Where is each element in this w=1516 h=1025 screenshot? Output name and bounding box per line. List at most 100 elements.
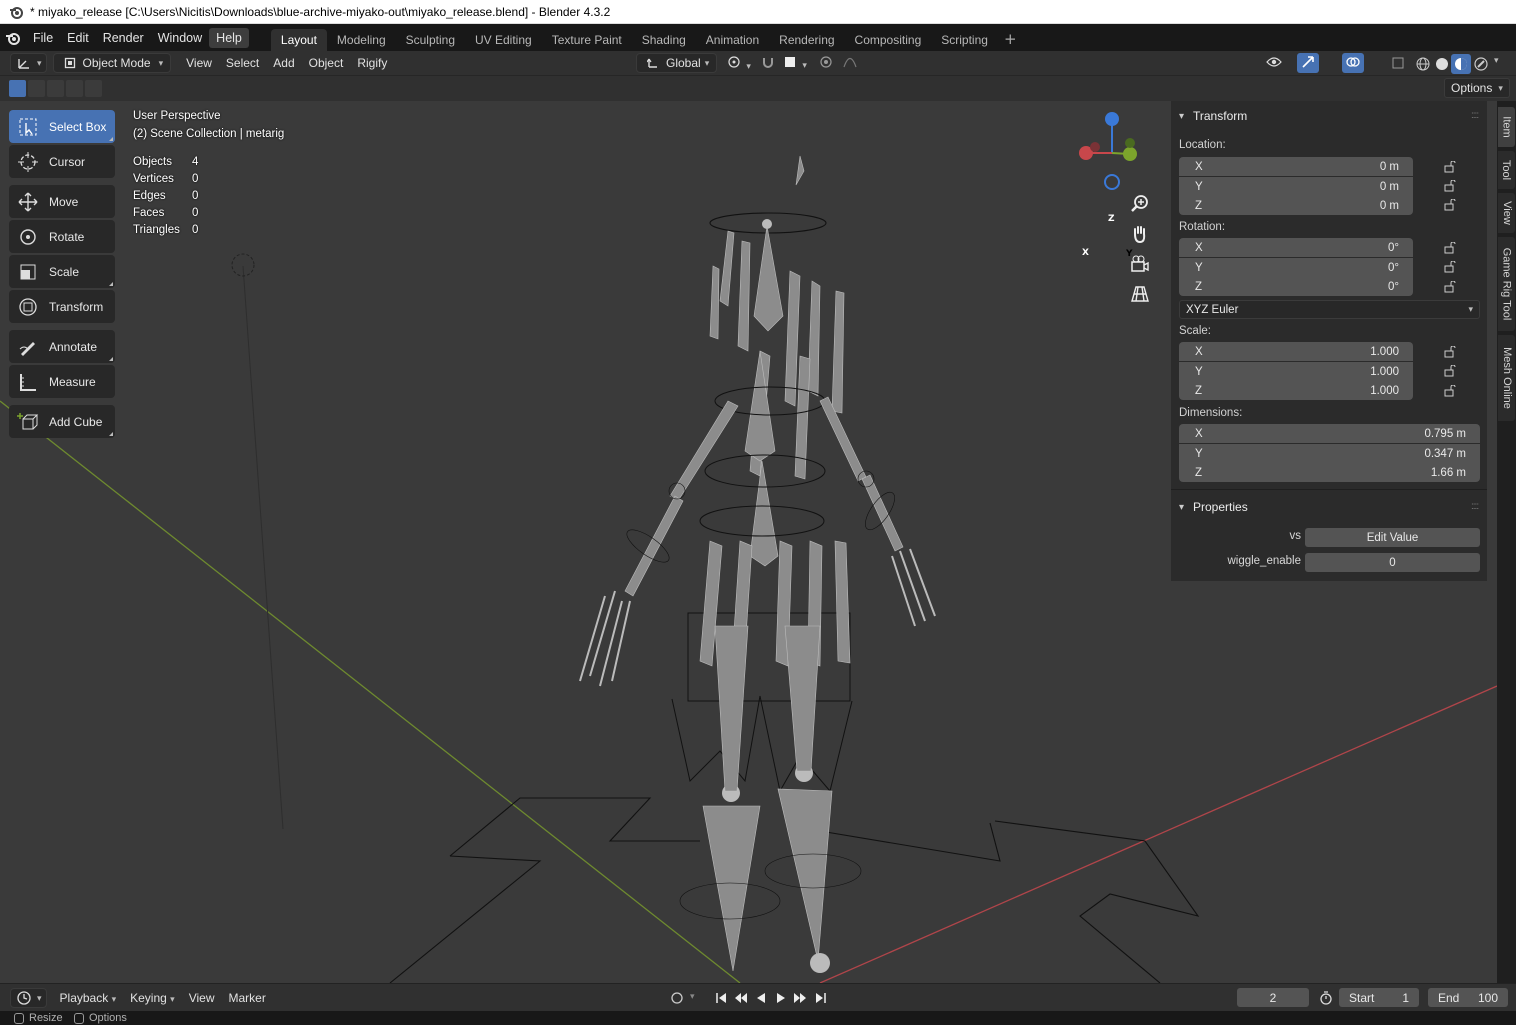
scale-y-field[interactable]: Y 1.000: [1179, 362, 1413, 381]
tool-measure[interactable]: Measure: [9, 365, 115, 398]
scale-x-field[interactable]: X 1.000: [1179, 342, 1413, 361]
select-mode-subtract-button[interactable]: [47, 80, 64, 97]
tab-layout[interactable]: Layout: [270, 29, 327, 51]
tab-uv-editing[interactable]: UV Editing: [465, 29, 542, 51]
tab-mesh-online[interactable]: Mesh Online: [1498, 335, 1515, 421]
lock-icon[interactable]: [1442, 260, 1458, 274]
xray-toggle[interactable]: [1388, 53, 1408, 73]
rotation-mode-dropdown[interactable]: XYZ Euler ▾: [1179, 300, 1480, 319]
select-mode-extend-button[interactable]: [28, 80, 45, 97]
tab-compositing[interactable]: Compositing: [845, 29, 932, 51]
tab-texture-paint[interactable]: Texture Paint: [542, 29, 632, 51]
tab-game-rig-tool[interactable]: Game Rig Tool: [1498, 237, 1515, 331]
transform-panel-header[interactable]: ▾ Transform: [1179, 106, 1247, 126]
preview-range-stopwatch-icon[interactable]: [1318, 990, 1334, 1006]
drag-handle-icon[interactable]: ::::: [1471, 110, 1479, 121]
dimensions-y-field[interactable]: Y 0.347 m: [1179, 444, 1480, 463]
menu-marker[interactable]: Marker: [221, 988, 272, 1008]
falloff-button[interactable]: [834, 53, 866, 73]
lock-icon[interactable]: [1442, 345, 1458, 359]
tab-shading[interactable]: Shading: [632, 29, 696, 51]
zoom-button[interactable]: [1127, 192, 1153, 218]
start-frame-field[interactable]: Start 1: [1339, 988, 1419, 1007]
tool-transform[interactable]: Transform: [9, 290, 115, 323]
overlays-toggle[interactable]: [1342, 53, 1364, 73]
lock-icon[interactable]: [1442, 384, 1458, 398]
dimensions-x-field[interactable]: X 0.795 m: [1179, 424, 1480, 443]
lock-icon[interactable]: [1442, 364, 1458, 378]
gizmo-toggle[interactable]: [1297, 53, 1319, 73]
orientation-dropdown[interactable]: Global ▾: [636, 53, 718, 73]
tool-select-box[interactable]: Select Box: [9, 110, 115, 143]
next-keyframe-button[interactable]: [791, 989, 809, 1007]
tool-scale[interactable]: Scale: [9, 255, 115, 288]
editor-type-button[interactable]: ▾: [10, 53, 47, 73]
options-dropdown[interactable]: Options ▾: [1444, 78, 1510, 98]
tool-rotate[interactable]: Rotate: [9, 220, 115, 253]
location-y-field[interactable]: Y0 m: [1179, 177, 1413, 196]
auto-keying-toggle[interactable]: [667, 989, 687, 1007]
gizmo-z-label[interactable]: Z: [1108, 214, 1115, 224]
menu-playback[interactable]: Playback ▾: [53, 988, 124, 1008]
menu-help[interactable]: Help: [209, 27, 249, 48]
tab-scripting[interactable]: Scripting: [931, 29, 998, 51]
pan-button[interactable]: [1127, 222, 1153, 248]
lock-icon[interactable]: [1442, 179, 1458, 193]
perspective-toggle-button[interactable]: [1127, 282, 1153, 308]
wiggle-enable-field[interactable]: 0: [1305, 553, 1480, 572]
tab-tool[interactable]: Tool: [1498, 151, 1515, 189]
tool-annotate[interactable]: Annotate: [9, 330, 115, 363]
jump-start-button[interactable]: [712, 989, 730, 1007]
rotation-x-field[interactable]: X 0°: [1179, 238, 1413, 257]
shading-material-button[interactable]: [1451, 54, 1471, 74]
properties-panel-header[interactable]: ▾ Properties: [1179, 497, 1248, 517]
current-frame-field[interactable]: 2: [1237, 988, 1309, 1007]
edit-value-button[interactable]: Edit Value: [1305, 528, 1480, 547]
lock-icon[interactable]: [1442, 241, 1458, 255]
menu-render[interactable]: Render: [96, 28, 151, 48]
menu-view[interactable]: View: [179, 53, 219, 73]
lock-icon[interactable]: [1442, 280, 1458, 294]
menu-add[interactable]: Add: [266, 53, 301, 73]
lock-icon[interactable]: [1442, 160, 1458, 174]
tab-sculpting[interactable]: Sculpting: [396, 29, 465, 51]
menu-timeline-view[interactable]: View: [182, 988, 222, 1008]
lock-icon[interactable]: [1442, 198, 1458, 212]
tool-add-cube[interactable]: Add Cube: [9, 405, 115, 438]
dimensions-z-field[interactable]: Z 1.66 m: [1179, 463, 1480, 482]
shading-solid-button[interactable]: [1433, 55, 1451, 73]
add-workspace-button[interactable]: +: [998, 30, 1023, 48]
mode-dropdown[interactable]: Object Mode ▾: [52, 53, 172, 73]
shading-wireframe-button[interactable]: [1414, 55, 1432, 73]
tab-view[interactable]: View: [1498, 193, 1515, 233]
visibility-button[interactable]: [1258, 53, 1290, 73]
select-mode-invert-button[interactable]: [66, 80, 83, 97]
menu-window[interactable]: Window: [151, 28, 209, 48]
rotation-z-field[interactable]: Z 0°: [1179, 277, 1413, 296]
shading-rendered-button[interactable]: [1472, 55, 1490, 73]
play-reverse-button[interactable]: [752, 989, 770, 1007]
end-frame-field[interactable]: End 100: [1428, 988, 1508, 1007]
tool-cursor[interactable]: Cursor: [9, 145, 115, 178]
tab-modeling[interactable]: Modeling: [327, 29, 396, 51]
snap-target-button[interactable]: ▾: [774, 53, 814, 73]
tab-rendering[interactable]: Rendering: [769, 29, 844, 51]
timeline-editor-type-button[interactable]: ▾: [10, 987, 47, 1008]
menu-object[interactable]: Object: [302, 53, 351, 73]
menu-keying[interactable]: Keying ▾: [123, 988, 182, 1008]
camera-view-button[interactable]: [1127, 252, 1153, 278]
select-mode-intersect-button[interactable]: [85, 80, 102, 97]
scale-z-field[interactable]: Z 1.000: [1179, 381, 1413, 400]
menu-select[interactable]: Select: [219, 53, 266, 73]
drag-handle-icon[interactable]: ::::: [1471, 501, 1479, 512]
gizmo-x-label[interactable]: X: [1082, 248, 1089, 258]
play-button[interactable]: [772, 989, 790, 1007]
prev-keyframe-button[interactable]: [732, 989, 750, 1007]
shading-options-chevron-icon[interactable]: ▾: [1494, 55, 1499, 66]
jump-end-button[interactable]: [812, 989, 830, 1007]
blender-menu-icon[interactable]: [0, 30, 26, 46]
location-x-field[interactable]: X0 m: [1179, 157, 1413, 176]
select-mode-new-button[interactable]: [9, 80, 26, 97]
menu-file[interactable]: File: [26, 28, 60, 48]
rotation-y-field[interactable]: Y 0°: [1179, 258, 1413, 277]
